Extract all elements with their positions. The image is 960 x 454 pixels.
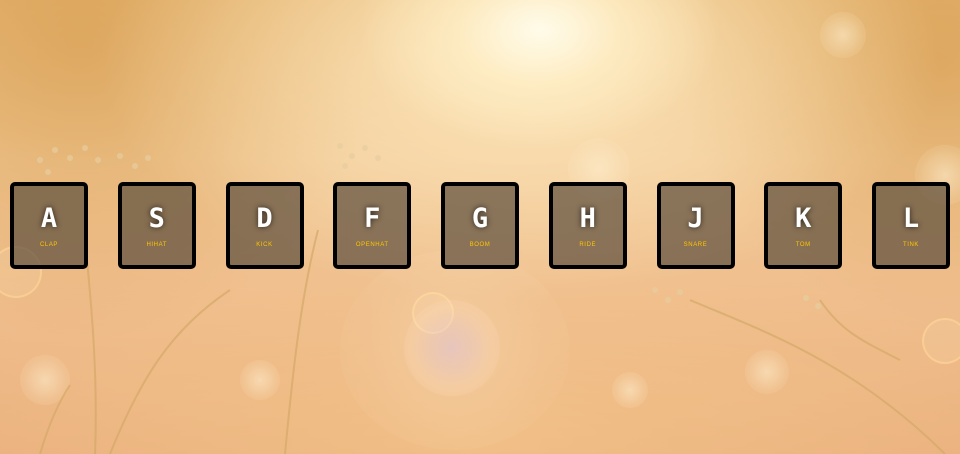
key-j[interactable]: J snare [656, 182, 735, 269]
key-letter: G [471, 203, 489, 234]
key-sound-label: openhat [355, 242, 389, 248]
key-l[interactable]: L tink [872, 182, 950, 269]
key-d[interactable]: D kick [225, 182, 304, 269]
key-sound-label: tom [795, 242, 811, 248]
drum-keys: A clap S hihat D kick F openhat G boom H… [10, 182, 950, 277]
bokeh-light [820, 12, 866, 58]
key-letter: H [579, 203, 596, 234]
key-a[interactable]: A clap [10, 182, 88, 269]
key-sound-label: ride [579, 242, 597, 248]
key-s[interactable]: S hihat [117, 182, 196, 269]
key-sound-label: boom [469, 242, 491, 248]
key-letter: A [40, 203, 58, 234]
key-letter: S [148, 203, 165, 234]
key-f[interactable]: F openhat [333, 182, 412, 269]
key-sound-label: kick [256, 242, 273, 248]
bokeh-light [20, 355, 70, 405]
key-sound-label: snare [683, 242, 708, 248]
key-sound-label: tink [902, 242, 920, 248]
key-letter: J [687, 203, 704, 234]
key-h[interactable]: H ride [548, 182, 627, 269]
key-g[interactable]: G boom [441, 182, 519, 269]
lens-flare [404, 300, 500, 396]
lens-flare-halo [340, 250, 570, 450]
key-k[interactable]: K tom [764, 182, 843, 269]
bokeh-ring [412, 292, 454, 334]
key-letter: F [364, 203, 381, 234]
bokeh-light [240, 360, 280, 400]
bokeh-ring [922, 318, 960, 364]
key-letter: L [902, 203, 920, 234]
key-sound-label: clap [39, 242, 59, 248]
key-letter: D [256, 203, 273, 234]
bokeh-light [745, 350, 789, 394]
key-sound-label: hihat [146, 242, 168, 248]
bokeh-light [612, 372, 648, 408]
key-letter: K [795, 203, 812, 234]
